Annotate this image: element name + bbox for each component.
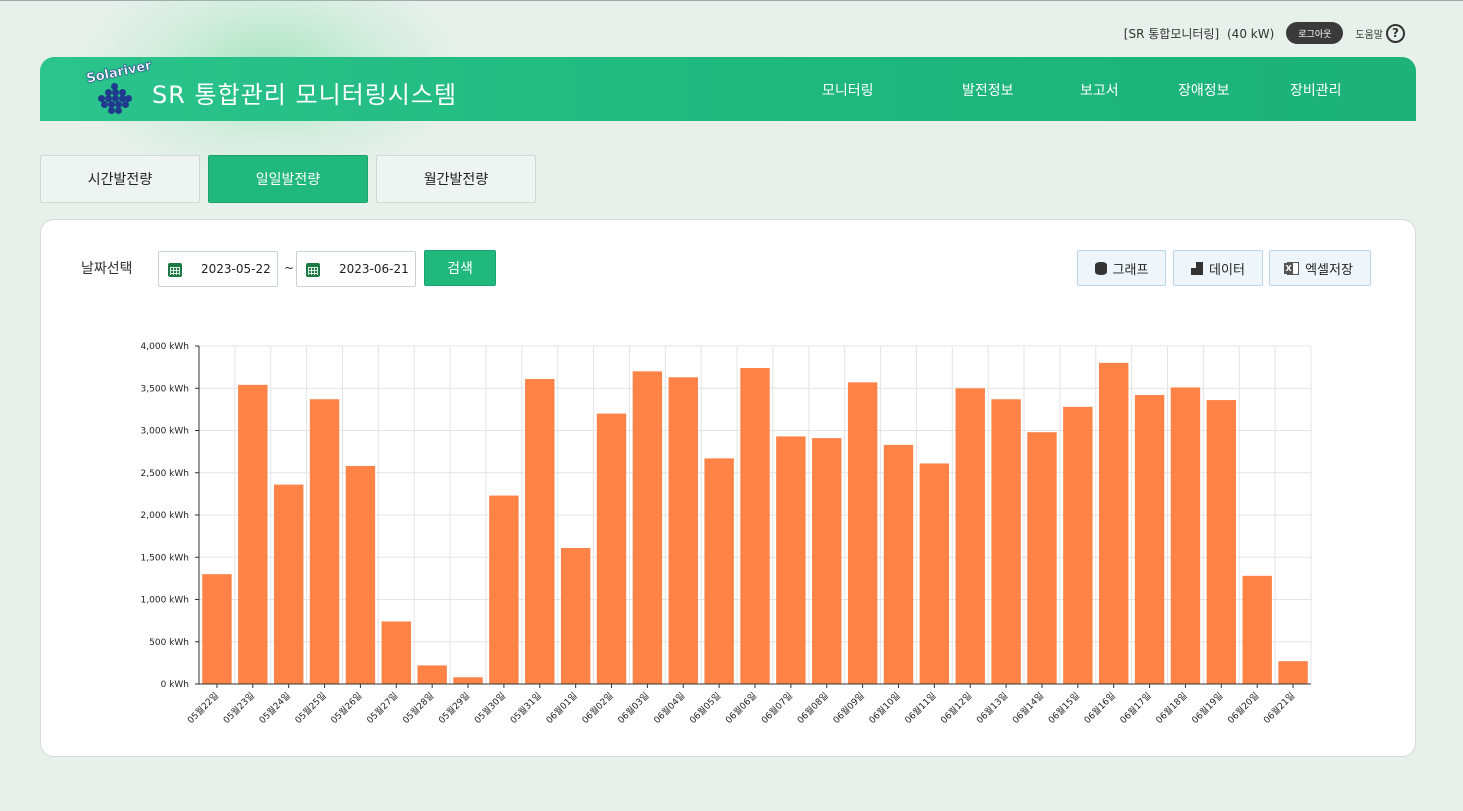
x-tick-label: 05월27일: [364, 690, 400, 726]
bar: [1134, 395, 1165, 684]
y-tick-label: 2,000 kWh: [141, 511, 189, 521]
nav-reports[interactable]: 보고서: [1080, 80, 1119, 100]
tab-daily[interactable]: 일일발전량: [208, 155, 368, 203]
bar: [489, 495, 519, 684]
bar: [1206, 400, 1237, 684]
x-tick-label: 06월12일: [938, 690, 974, 726]
x-tick-label: 05월26일: [328, 690, 364, 726]
bar: [273, 484, 304, 684]
app-title: SR 통합관리 모니터링시스템: [152, 81, 458, 109]
x-tick-label: 06월13일: [974, 690, 1010, 726]
bar: [596, 413, 627, 684]
nav-generation-info[interactable]: 발전정보: [962, 80, 1014, 100]
x-tick-label: 06월09일: [830, 690, 866, 726]
x-tick-label: 05월23일: [221, 690, 257, 726]
x-tick-label: 06월17일: [1117, 690, 1153, 726]
bar: [1099, 362, 1129, 684]
bar: [238, 384, 268, 684]
logout-button[interactable]: 로그아웃: [1286, 22, 1344, 44]
solariver-logo[interactable]: Solariver: [85, 58, 153, 115]
x-tick-label: 05월28일: [400, 690, 436, 726]
bar: [668, 377, 698, 684]
x-tick-label: 05월30일: [472, 690, 508, 726]
bar: [453, 677, 483, 684]
x-tick-label: 06월08일: [794, 690, 830, 726]
bar: [740, 367, 770, 684]
x-tick-label: 05월31일: [508, 690, 544, 726]
bar: [991, 399, 1021, 684]
bar: [1278, 661, 1308, 684]
help-link[interactable]: 도움말 ?: [1355, 23, 1405, 43]
bar: [525, 378, 555, 684]
y-tick-label: 0 kWh: [161, 680, 189, 690]
x-tick-label: 06월07일: [759, 690, 795, 726]
x-tick-label: 06월04일: [651, 690, 687, 726]
site-name: [SR 통합모니터링] (40 kW): [1124, 25, 1274, 42]
bar: [381, 621, 411, 684]
nav-monitoring[interactable]: 모니터링: [822, 80, 874, 100]
y-tick-label: 3,500 kWh: [141, 384, 189, 394]
bar: [847, 382, 878, 684]
bar: [202, 574, 232, 684]
x-tick-label: 06월10일: [866, 690, 902, 726]
tab-monthly[interactable]: 월간발전량: [376, 155, 536, 203]
y-tick-label: 4,000 kWh: [141, 342, 189, 352]
x-tick-label: 06월05일: [687, 690, 723, 726]
x-tick-label: 06월06일: [723, 690, 759, 726]
bar: [919, 463, 950, 684]
nav-equipment[interactable]: 장비관리: [1290, 80, 1342, 100]
logo-dots-icon: [98, 83, 132, 115]
x-tick-label: 06월16일: [1081, 690, 1117, 726]
x-tick-label: 06월02일: [579, 690, 615, 726]
daily-generation-chart: 0 kWh 500 kWh 1,000 kWh 1,500 kWh 2,000 kWh 2…: [141, 342, 1312, 726]
tab-hourly[interactable]: 시간발전량: [40, 155, 200, 203]
nav-fault-info[interactable]: 장애정보: [1178, 80, 1230, 100]
x-tick-label: 05월22일: [185, 690, 221, 726]
chart-panel: 날짜선택 2023-05-22 ~ 2023-06-21 검색 그래프 데이터 …: [40, 219, 1416, 757]
site-capacity: (40 kW): [1227, 26, 1275, 41]
y-tick-label: 500 kWh: [149, 638, 189, 648]
bar: [309, 399, 340, 684]
x-tick-label: 06월01일: [543, 690, 579, 726]
bar: [1242, 575, 1272, 684]
x-tick-label: 06월14일: [1010, 690, 1046, 726]
bar: [1063, 406, 1093, 684]
x-tick-label: 06월03일: [615, 690, 651, 726]
x-tick-label: 06월15일: [1046, 690, 1082, 726]
y-tick-label: 2,500 kWh: [141, 469, 189, 479]
x-tick-label: 05월29일: [436, 690, 472, 726]
help-label: 도움말: [1355, 29, 1383, 41]
y-tick-label: 1,000 kWh: [141, 596, 189, 606]
x-tick-label: 06월20일: [1225, 690, 1261, 726]
app-header: Solariver SR 통합관리 모니터링시스템 모니터링 발전정보 보고서 …: [40, 57, 1416, 121]
x-tick-label: 06월11일: [902, 690, 938, 726]
bar: [417, 665, 447, 684]
y-tick-label: 1,500 kWh: [141, 553, 189, 563]
x-tick-label: 06월21일: [1261, 690, 1297, 726]
bar: [1027, 432, 1057, 684]
site-name-text: [SR 통합모니터링]: [1123, 26, 1220, 41]
bar: [560, 547, 591, 684]
x-tick-label: 05월24일: [256, 690, 292, 726]
bar: [776, 436, 806, 684]
bar: [704, 458, 734, 684]
bar: [632, 371, 663, 684]
x-tick-label: 05월25일: [292, 690, 328, 726]
x-tick-label: 06월18일: [1153, 690, 1189, 726]
bar: [812, 438, 842, 684]
y-tick-label: 3,000 kWh: [141, 427, 189, 437]
bar: [955, 388, 985, 684]
help-icon[interactable]: ?: [1386, 23, 1405, 43]
bar: [883, 444, 914, 684]
bar: [345, 465, 376, 684]
x-tick-label: 06월19일: [1189, 690, 1225, 726]
bar: [1170, 387, 1201, 684]
top-bar: [SR 통합모니터링] (40 kW) 로그아웃 도움말 ?: [1124, 20, 1405, 46]
